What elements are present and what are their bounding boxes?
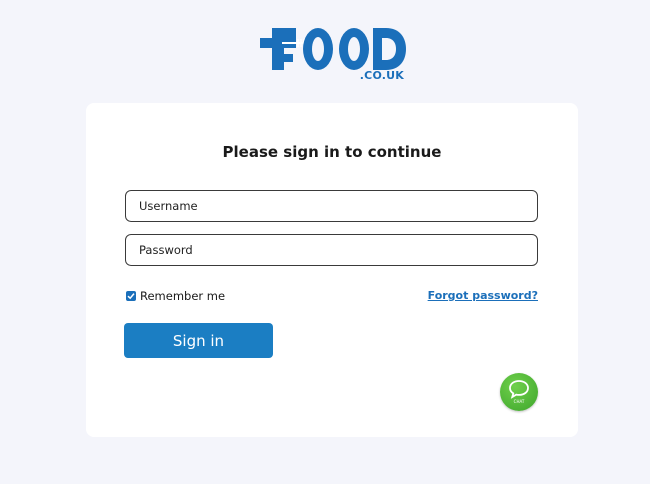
login-heading: Please sign in to continue [222, 143, 442, 161]
forgot-password-link[interactable]: Forgot password? [428, 289, 538, 302]
username-input[interactable] [125, 190, 538, 222]
sign-in-button[interactable]: Sign in [124, 323, 273, 358]
brand-logo: .CO.UK [258, 24, 408, 86]
brand-domain: .CO.UK [359, 69, 404, 82]
remember-me-toggle[interactable]: Remember me [126, 289, 225, 303]
remember-me-label: Remember me [140, 289, 226, 303]
fork-icon [260, 28, 406, 70]
chat-label: CHAT [513, 399, 525, 404]
remember-me-checkbox[interactable] [126, 291, 136, 301]
chat-bubble-icon [509, 380, 529, 399]
password-input[interactable] [125, 234, 538, 266]
chat-widget-button[interactable]: CHAT [500, 373, 538, 411]
checkmark-icon [127, 293, 135, 300]
